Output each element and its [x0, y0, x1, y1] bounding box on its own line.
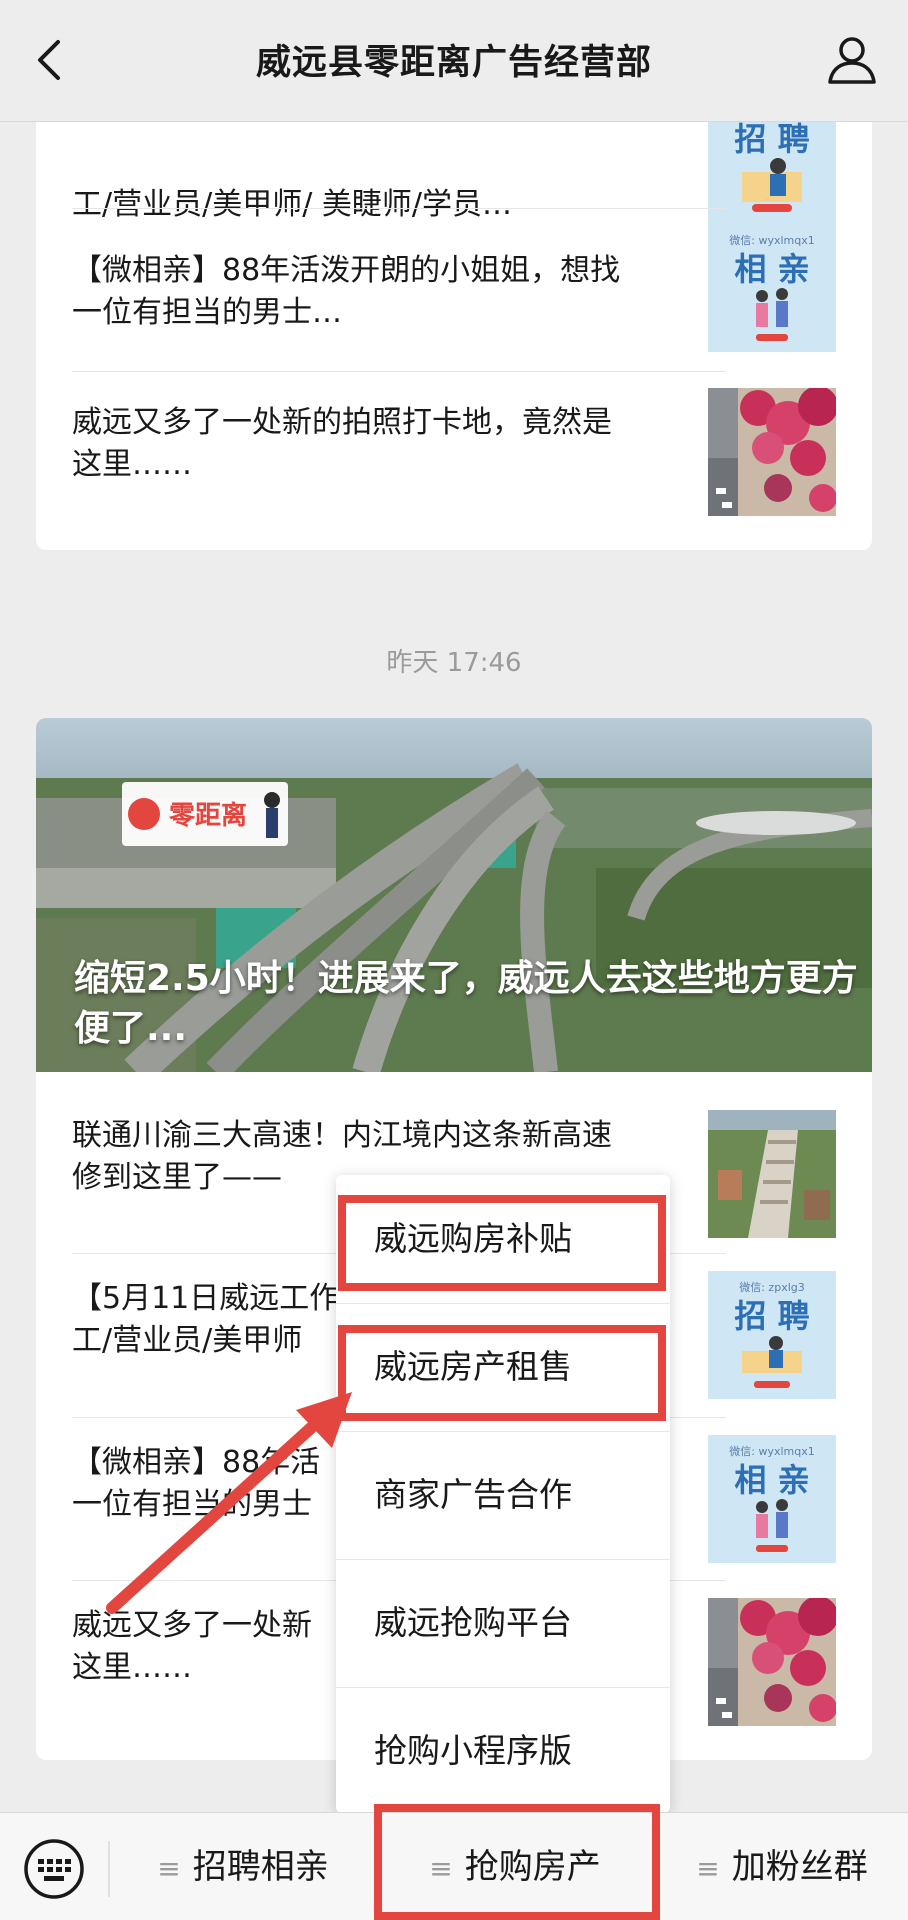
- top-nav-bar: 威远县零距离广告经营部: [0, 0, 908, 122]
- highway-building-thumbnail: [708, 1110, 836, 1238]
- article-title: 【微相亲】88年活泼开朗的小姐姐，想找 一位有担当的男士…: [72, 253, 621, 330]
- headline-title: 缩短2.5小时！进展来了，威远人去这些地方更方便了...: [74, 958, 858, 1049]
- timestamp: 昨天 17:46: [386, 648, 522, 678]
- highlight-box-rent-sale: [338, 1325, 666, 1421]
- flower-wall-thumbnail: [708, 388, 836, 516]
- article-card-previous: 工/营业员/美甲师/ 美睫师/学员… 招 聘 【微相亲】88年活泼开朗的小姐姐，…: [36, 60, 872, 550]
- svg-text:微信: wyxlmqx1: 微信: wyxlmqx1: [729, 233, 814, 247]
- menu-lines-icon: ≡: [157, 1852, 181, 1885]
- dating-thumbnail: 微信: wyxlmqx1 相 亲: [708, 224, 836, 352]
- profile-icon[interactable]: [822, 30, 882, 90]
- highlight-box-subsidy: [338, 1195, 666, 1291]
- bottom-menu-fan-group[interactable]: ≡ 加粉丝群: [656, 1813, 908, 1920]
- bottom-menu-recruit-dating[interactable]: ≡ 招聘相亲: [112, 1813, 374, 1920]
- svg-text:相 亲: 相 亲: [734, 1461, 809, 1499]
- highlight-box-bottom-menu: [374, 1804, 660, 1920]
- page-title: 威远县零距离广告经营部: [255, 43, 652, 83]
- svg-text:微信: zpxlg3: 微信: zpxlg3: [739, 1280, 805, 1294]
- headline-banner[interactable]: 零距离 缩短2.5小时！进展来了，威远人去这些地方更方便了...: [36, 718, 872, 1072]
- flower-wall-thumbnail: [708, 1598, 836, 1726]
- svg-text:招 聘: 招 聘: [734, 1297, 809, 1335]
- menu-item-flash-sale-platform[interactable]: 威远抢购平台: [336, 1559, 670, 1687]
- recruit-thumbnail: 微信: zpxlg3 招 聘: [708, 1271, 836, 1399]
- svg-text:相 亲: 相 亲: [734, 250, 809, 288]
- menu-lines-icon: ≡: [696, 1852, 720, 1885]
- keyboard-icon[interactable]: [22, 1837, 86, 1901]
- menu-item-mini-program[interactable]: 抢购小程序版: [336, 1687, 670, 1815]
- article-title: 威远又多了一处新的拍照打卡地，竟然是 这里……: [72, 405, 612, 482]
- svg-text:微信: wyxlmqx1: 微信: wyxlmqx1: [729, 1444, 814, 1458]
- svg-text:招 聘: 招 聘: [734, 120, 809, 158]
- dating-thumbnail: 微信: wyxlmqx1 相 亲: [708, 1435, 836, 1563]
- article-title: 工/营业员/美甲师/ 美睫师/学员…: [72, 187, 512, 222]
- svg-text:零距离: 零距离: [169, 800, 247, 831]
- menu-item-ad-cooperation[interactable]: 商家广告合作: [336, 1431, 670, 1559]
